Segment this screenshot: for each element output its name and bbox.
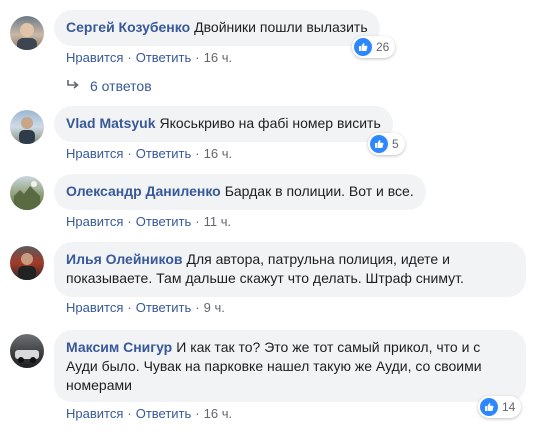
avatar[interactable] xyxy=(10,246,44,280)
comment-bubble: Максим Снигур И как так то? Это же тот са… xyxy=(54,330,526,402)
comment-bubble: Олександр Даниленко Бардак в полиции. Вот… xyxy=(54,174,426,210)
replies-count-label[interactable]: 6 ответов xyxy=(90,78,152,94)
reply-button[interactable]: Ответить xyxy=(136,50,192,65)
comment-text: Двойники пошли вылазить xyxy=(194,19,368,35)
comment-timestamp[interactable]: 11 ч. xyxy=(204,214,232,229)
separator: · xyxy=(127,406,132,421)
separator: · xyxy=(195,214,200,229)
separator: · xyxy=(127,214,132,229)
separator: · xyxy=(127,300,132,315)
comment-bubble: Илья Олейников Для автора, патрульна поли… xyxy=(54,242,526,297)
comment-timestamp[interactable]: 16 ч. xyxy=(204,406,232,421)
comment-bubble: Vlad Matsyuk Якоськриво на фабі номер вис… xyxy=(54,106,393,142)
like-button[interactable]: Нравится xyxy=(66,146,123,161)
separator: · xyxy=(127,50,132,65)
like-button[interactable]: Нравится xyxy=(66,406,123,421)
reply-button[interactable]: Ответить xyxy=(136,300,192,315)
comment-author[interactable]: Сергей Козубенко xyxy=(66,19,190,35)
avatar[interactable] xyxy=(10,176,44,210)
comment-text: Якоськриво на фабі номер висить xyxy=(159,115,381,131)
comment-actions: Нравится · Ответить · 16 ч. xyxy=(66,406,232,421)
comment-timestamp[interactable]: 16 ч. xyxy=(204,50,232,65)
reply-button[interactable]: Ответить xyxy=(136,146,192,161)
comment-author[interactable]: Максим Снигур xyxy=(66,339,172,355)
comment-actions: Нравится · Ответить · 16 ч. xyxy=(66,50,232,65)
reaction-count-value: 5 xyxy=(392,137,399,151)
separator: · xyxy=(195,300,200,315)
comment-author[interactable]: Vlad Matsyuk xyxy=(66,115,155,131)
like-button[interactable]: Нравится xyxy=(66,214,123,229)
reaction-count[interactable]: 5 xyxy=(368,133,405,155)
reaction-count[interactable]: 26 xyxy=(352,36,396,58)
like-reaction-icon xyxy=(480,398,498,416)
reply-arrow-icon xyxy=(66,78,80,94)
comment-author[interactable]: Илья Олейников xyxy=(66,251,182,267)
comment-actions: Нравится · Ответить · 9 ч. xyxy=(66,300,225,315)
comment-text: Бардак в полиции. Вот и все. xyxy=(224,183,414,199)
separator: · xyxy=(195,50,200,65)
separator: · xyxy=(195,146,200,161)
comment-actions: Нравится · Ответить · 16 ч. xyxy=(66,146,232,161)
avatar[interactable] xyxy=(10,16,44,50)
like-button[interactable]: Нравится xyxy=(66,50,123,65)
view-replies-link[interactable]: 6 ответов xyxy=(66,78,152,94)
reaction-count-value: 14 xyxy=(502,400,516,414)
reaction-count[interactable]: 14 xyxy=(478,396,522,418)
reply-button[interactable]: Ответить xyxy=(136,214,192,229)
comment-bubble: Сергей Козубенко Двойники пошли вылазить xyxy=(54,10,380,46)
avatar[interactable] xyxy=(10,334,44,368)
reaction-count-value: 26 xyxy=(376,40,390,54)
like-reaction-icon xyxy=(354,38,372,56)
comment-timestamp[interactable]: 9 ч. xyxy=(204,300,225,315)
separator: · xyxy=(127,146,132,161)
comment-timestamp[interactable]: 16 ч. xyxy=(204,146,232,161)
avatar[interactable] xyxy=(10,110,44,144)
reply-button[interactable]: Ответить xyxy=(136,406,192,421)
comment-author[interactable]: Олександр Даниленко xyxy=(66,183,221,199)
like-reaction-icon xyxy=(370,135,388,153)
like-button[interactable]: Нравится xyxy=(66,300,123,315)
separator: · xyxy=(195,406,200,421)
comment-actions: Нравится · Ответить · 11 ч. xyxy=(66,214,231,229)
